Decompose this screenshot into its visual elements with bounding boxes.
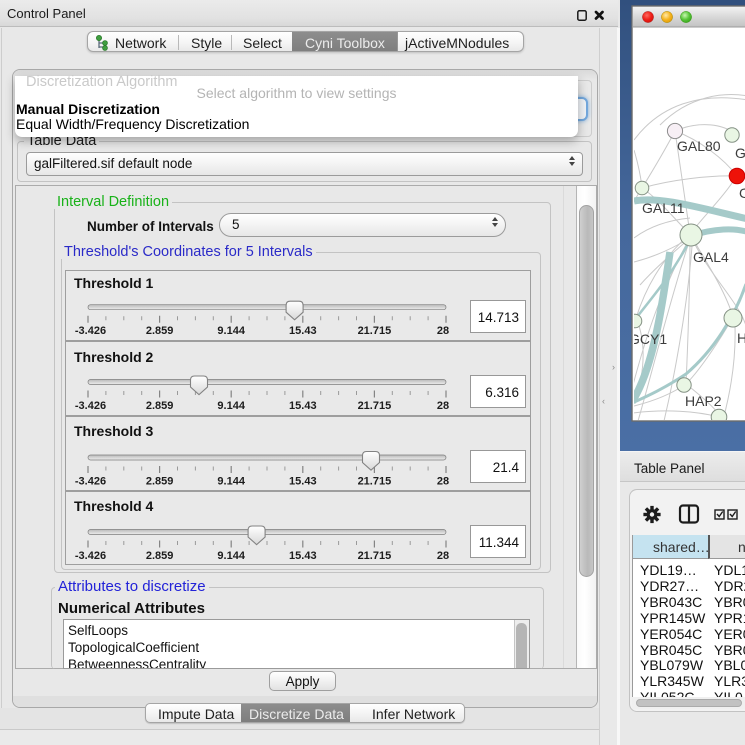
svg-text:GAL80: GAL80	[677, 138, 721, 154]
svg-text:GAL11: GAL11	[642, 200, 685, 216]
svg-text:H: H	[737, 330, 745, 346]
svg-text:GAL4: GAL4	[693, 249, 729, 265]
svg-text:GCY1: GCY1	[629, 331, 667, 347]
svg-text:C: C	[739, 185, 745, 201]
svg-text:G.: G.	[735, 145, 745, 161]
svg-text:HAP2: HAP2	[685, 393, 722, 409]
